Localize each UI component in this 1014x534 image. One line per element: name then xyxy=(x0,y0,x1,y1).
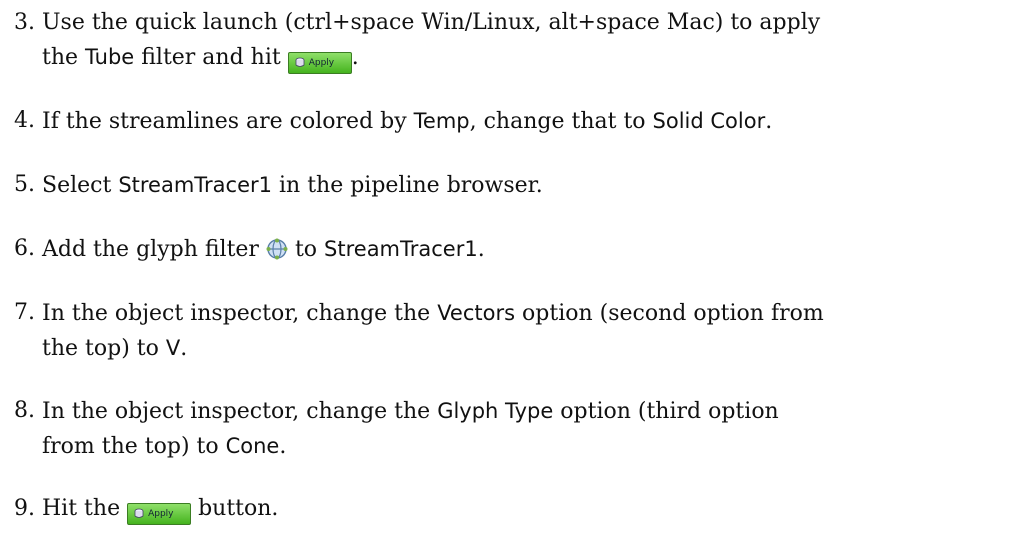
text-run: to xyxy=(287,237,325,262)
item-text: Use the quick launch (ctrl+space Win/Lin… xyxy=(42,6,1002,75)
text-run: button. xyxy=(191,496,279,521)
apply-icon xyxy=(295,57,305,67)
item-line: from the top) to Cone. xyxy=(42,429,1002,464)
text-run: . xyxy=(765,109,773,134)
text-run: the top) to xyxy=(42,336,166,361)
item-text: In the object inspector, change the Glyp… xyxy=(42,394,1002,464)
item-line: In the object inspector, change the Glyp… xyxy=(42,394,1002,429)
item-text: In the object inspector, change the Vect… xyxy=(42,296,1002,366)
text-run: . xyxy=(477,237,485,262)
item-number: 4. xyxy=(14,108,35,133)
apply-button-label: Apply xyxy=(148,508,174,519)
item-number: 7. xyxy=(14,300,35,325)
glyph-filter-icon[interactable] xyxy=(266,238,288,260)
text-run: In the object inspector, change the xyxy=(42,399,438,424)
text-run: If the streamlines are colored by xyxy=(42,109,414,134)
item-text: Hit the Apply button. xyxy=(42,492,1002,526)
item-text: If the streamlines are colored by Temp, … xyxy=(42,104,1002,139)
item-line: Use the quick launch (ctrl+space Win/Lin… xyxy=(42,6,1002,40)
text-run: In the object inspector, change the xyxy=(42,301,438,326)
term-solid-color: Solid Color xyxy=(652,109,766,133)
item-number: 3. xyxy=(14,10,35,35)
text-run: Use the quick launch (ctrl+space Win/Lin… xyxy=(42,10,821,35)
term-streamtracer1: StreamTracer1 xyxy=(324,237,478,261)
text-run: Add the glyph filter xyxy=(42,237,266,262)
text-run: filter and hit xyxy=(134,45,288,70)
text-run: Select xyxy=(42,173,119,198)
apply-icon xyxy=(134,508,144,518)
filter-name-tube: Tube xyxy=(85,45,135,69)
item-line: the top) to V. xyxy=(42,331,1002,366)
text-run: option (second option from xyxy=(515,301,824,326)
apply-button-label: Apply xyxy=(308,57,335,68)
term-v: V xyxy=(165,336,181,360)
text-run: in the pipeline browser. xyxy=(272,173,543,198)
text-run: . xyxy=(351,45,359,70)
text-run: from the top) to xyxy=(42,434,226,459)
item-line: In the object inspector, change the Vect… xyxy=(42,296,1002,331)
text-run: , change that to xyxy=(469,109,653,134)
term-glyph-type: Glyph Type xyxy=(437,399,554,423)
instruction-list: 3. Use the quick launch (ctrl+space Win/… xyxy=(0,0,1014,534)
item-line: the Tube filter and hit Apply. xyxy=(42,40,1002,75)
text-run: option (third option xyxy=(553,399,779,424)
term-temp: Temp xyxy=(413,109,470,133)
item-number: 8. xyxy=(14,398,35,423)
term-vectors: Vectors xyxy=(437,301,516,325)
item-number: 9. xyxy=(14,496,35,521)
text-run: Hit the xyxy=(42,496,128,521)
text-run: . xyxy=(279,434,287,459)
item-number: 6. xyxy=(14,236,35,261)
apply-button[interactable]: Apply xyxy=(287,51,352,74)
text-run: the xyxy=(42,45,86,70)
item-text: Add the glyph filter to StreamTracer1. xyxy=(42,232,1002,267)
item-number: 5. xyxy=(14,172,35,197)
term-cone: Cone xyxy=(225,434,280,458)
apply-button[interactable]: Apply xyxy=(127,502,192,525)
text-run: . xyxy=(180,336,188,361)
item-text: Select StreamTracer1 in the pipeline bro… xyxy=(42,168,1002,203)
term-streamtracer1: StreamTracer1 xyxy=(118,173,272,197)
